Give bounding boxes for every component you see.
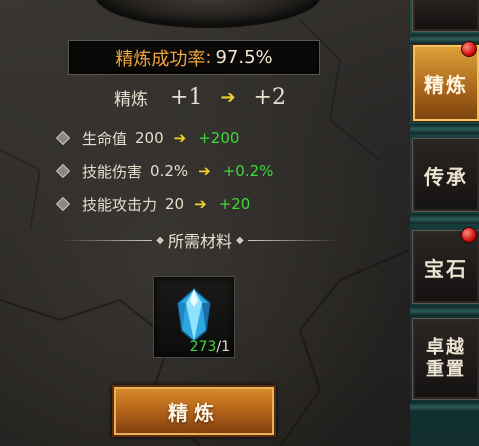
attribute-row-skill-attack: 技能攻击力 20 ➔ +20 bbox=[55, 192, 251, 216]
attribute-row-skill-damage: 技能伤害 0.2% ➔ +0.2% bbox=[55, 159, 274, 183]
notification-badge bbox=[461, 227, 477, 243]
divider-right bbox=[247, 239, 341, 241]
attribute-next: +200 bbox=[198, 129, 240, 147]
attribute-row-hp: 生命值 200 ➔ +200 bbox=[55, 126, 240, 150]
attribute-next: +0.2% bbox=[222, 162, 274, 180]
arrow-right-icon: ➔ bbox=[194, 195, 207, 213]
refine-level-row: 精炼 +1 ➔ +2 bbox=[0, 82, 400, 112]
success-rate-separator: : bbox=[205, 47, 212, 68]
divider-left bbox=[60, 239, 153, 241]
refine-level-title: 精炼 bbox=[114, 89, 149, 110]
refine-button[interactable]: 精炼 bbox=[112, 385, 276, 437]
blue-crystal-icon bbox=[177, 288, 211, 342]
arrow-right-icon: ➔ bbox=[173, 129, 187, 147]
sidebar-tab-gem[interactable]: 宝石 bbox=[412, 227, 479, 304]
attribute-current: 20 bbox=[165, 195, 185, 213]
ornament-dot-icon: ◆ bbox=[156, 234, 164, 246]
notification-badge bbox=[461, 41, 477, 57]
sidebar-tab-excellence-reset[interactable]: 卓越 重置 bbox=[412, 318, 479, 400]
refine-level-next: +2 bbox=[253, 84, 286, 110]
materials-header: ◆ 所需材料 ◆ bbox=[60, 228, 341, 252]
arrow-right-icon: ➔ bbox=[198, 162, 211, 180]
sidebar-tab-label-line2: 重置 bbox=[426, 359, 466, 380]
success-rate-label: 精炼成功率 bbox=[115, 48, 206, 70]
diamond-bullet-icon bbox=[55, 196, 71, 212]
refine-panel: 精炼成功率 : 97.5% 精炼 +1 ➔ +2 生命值 200 ➔ +200 … bbox=[0, 0, 410, 446]
sidebar-separator bbox=[410, 124, 479, 134]
sidebar-separator bbox=[410, 402, 479, 412]
success-rate-box: 精炼成功率 : 97.5% bbox=[68, 40, 320, 75]
sidebar-tab-label: 宝石 bbox=[424, 256, 468, 281]
sidebar-tab-label-line1: 卓越 bbox=[426, 337, 466, 358]
arrow-right-icon: ➔ bbox=[220, 86, 236, 108]
refine-level-current: +1 bbox=[170, 84, 203, 110]
attribute-name: 生命值 bbox=[82, 129, 128, 148]
attribute-current: 0.2% bbox=[150, 162, 189, 180]
sidebar-separator bbox=[410, 306, 479, 316]
sidebar: 精炼 传承 宝石 卓越 重置 bbox=[410, 0, 479, 446]
diamond-bullet-icon bbox=[55, 163, 71, 179]
materials-title: 所需材料 bbox=[168, 232, 233, 251]
material-need: 1 bbox=[221, 339, 230, 355]
diamond-bullet-icon bbox=[55, 130, 71, 146]
attribute-name: 技能伤害 bbox=[82, 162, 143, 181]
material-count: 273/1 bbox=[190, 339, 230, 355]
sidebar-tab-top[interactable] bbox=[412, 0, 479, 32]
sidebar-separator bbox=[410, 214, 479, 224]
sidebar-tab-inherit[interactable]: 传承 bbox=[412, 138, 479, 212]
material-slot[interactable]: 273/1 bbox=[153, 276, 235, 358]
attribute-next: +20 bbox=[218, 195, 251, 213]
ornament-dot-icon: ◆ bbox=[236, 234, 244, 246]
attribute-current: 200 bbox=[135, 129, 164, 147]
material-have: 273 bbox=[189, 339, 217, 355]
sidebar-tab-label: 传承 bbox=[424, 164, 468, 189]
sidebar-tab-label: 精炼 bbox=[424, 72, 468, 97]
success-rate-value: 97.5% bbox=[215, 47, 273, 68]
attribute-name: 技能攻击力 bbox=[82, 195, 158, 214]
sidebar-tab-refine[interactable]: 精炼 bbox=[412, 41, 479, 122]
